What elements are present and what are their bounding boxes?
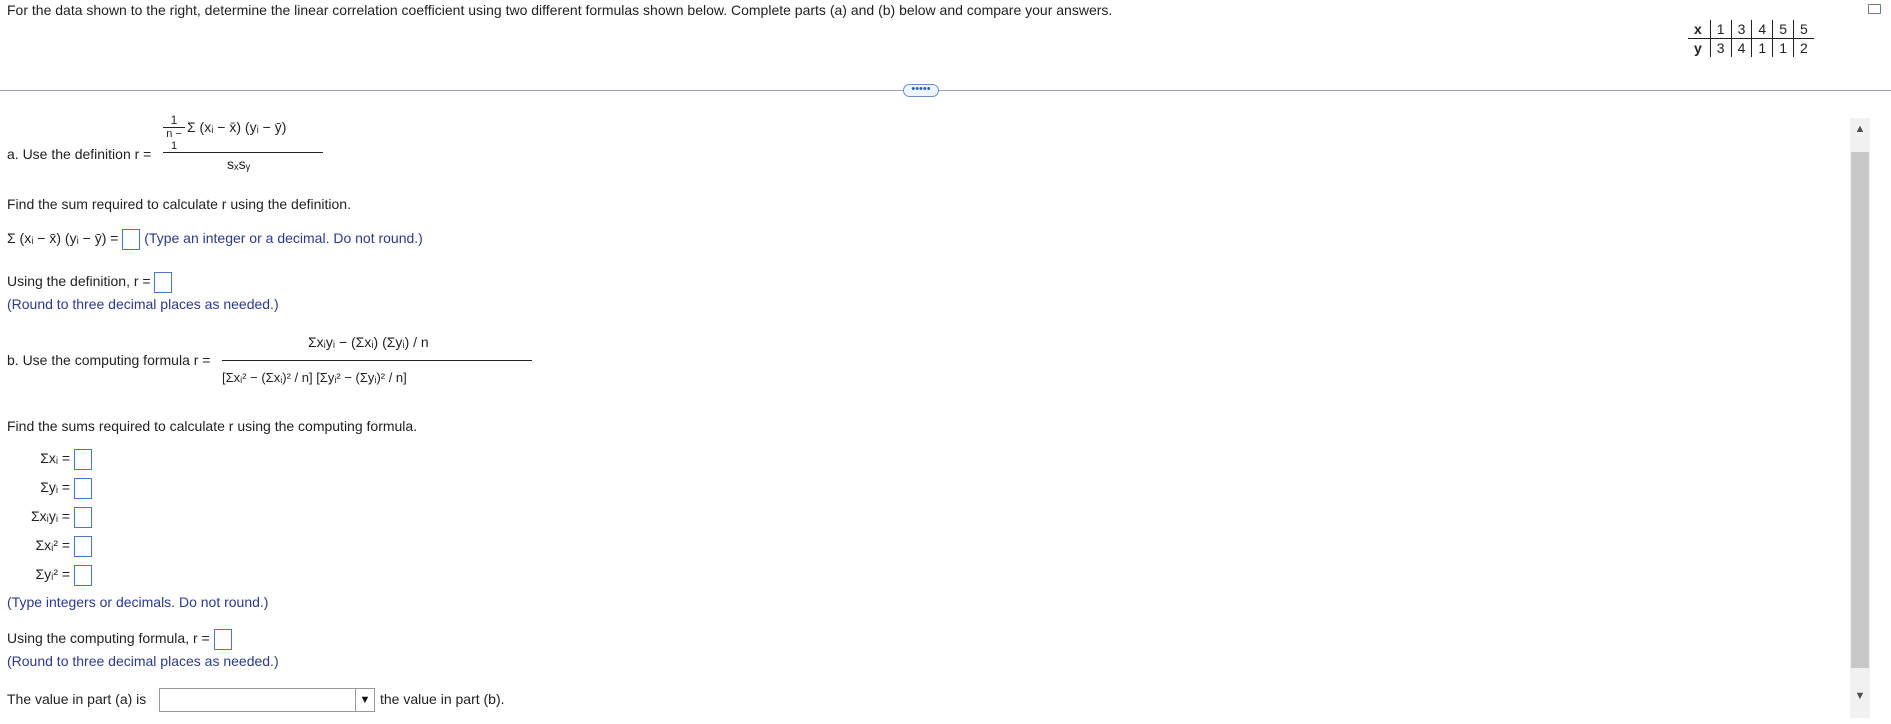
part-a-intro: a. Use the definition r = [7, 146, 152, 162]
sum-xy-row: Σxᵢyᵢ = [12, 507, 92, 536]
sum-x-squared-row: Σxᵢ² = [12, 536, 92, 565]
computing-fraction-line [222, 360, 532, 361]
r-computing-label: Using the computing formula, r = [7, 630, 210, 647]
chevron-down-icon[interactable]: ▼ [355, 689, 374, 711]
sum-y-input[interactable] [74, 478, 92, 499]
part-a-r-row: Using the definition, r = [7, 272, 173, 293]
r-computing-input[interactable] [213, 629, 232, 650]
data-table: x 1 3 4 5 5 y 3 4 1 1 2 [1688, 20, 1814, 57]
y-value: 4 [1730, 38, 1752, 57]
sums-list: Σxᵢ = Σyᵢ = Σxᵢyᵢ = Σxᵢ² = Σyᵢ² = [12, 449, 92, 594]
question-prompt: For the data shown to the right, determi… [7, 2, 1113, 18]
sum-xy-input[interactable] [74, 507, 92, 528]
prefactor-top: 1 [170, 113, 178, 127]
table-row-y: y 3 4 1 1 2 [1688, 38, 1814, 57]
sum-xy-label: Σxᵢyᵢ = [30, 508, 71, 525]
y-value: 3 [1709, 38, 1732, 57]
r-definition-input[interactable] [154, 272, 173, 293]
compare-dropdown[interactable]: ▼ [159, 688, 375, 712]
sum-y-squared-row: Σyᵢ² = [12, 565, 92, 594]
x-value: 5 [1792, 20, 1814, 39]
sum-x-row: Σxᵢ = [12, 449, 92, 478]
computing-numerator: Σxᵢyᵢ − (Σxᵢ) (Σyᵢ) / n [308, 334, 429, 350]
sum-hint: (Type an integer or a decimal. Do not ro… [144, 230, 423, 247]
scrollbar-thumb[interactable] [1851, 152, 1869, 668]
formula-denominator: sₓsᵧ [227, 156, 251, 172]
formula-prefactor: 1 n − 1 [163, 113, 185, 152]
part-a-find-sum: Find the sum required to calculate r usi… [7, 196, 351, 212]
y-value: 2 [1792, 38, 1814, 57]
more-button[interactable]: ••••• [903, 84, 939, 97]
r-computing-hint: (Round to three decimal places as needed… [7, 653, 279, 669]
x-value: 5 [1772, 20, 1794, 39]
sum-y-squared-label: Σyᵢ² = [35, 566, 71, 583]
sum-expression: Σ (xᵢ − x̄) (yᵢ − ȳ) = [7, 230, 119, 247]
table-row-x: x 1 3 4 5 5 [1688, 20, 1814, 39]
prefactor-bottom: n − 1 [166, 128, 182, 152]
r-definition-label: Using the definition, r = [7, 273, 151, 290]
compare-after-text: the value in part (b). [380, 691, 505, 707]
x-value: 3 [1730, 20, 1752, 39]
part-b-find-sums: Find the sums required to calculate r us… [7, 418, 418, 434]
compare-before-text: The value in part (a) is [7, 691, 147, 707]
y-value: 1 [1772, 38, 1794, 57]
sum-y-row: Σyᵢ = [12, 478, 92, 507]
part-a-sum-row: Σ (xᵢ − x̄) (yᵢ − ȳ) = (Type an integer… [7, 229, 423, 250]
formula-fraction-line [163, 152, 323, 153]
sum-x-label: Σxᵢ = [40, 450, 71, 467]
formula-numerator: Σ (xᵢ − x̄) (yᵢ − ȳ) [187, 119, 287, 135]
y-header: y [1694, 40, 1702, 56]
y-value: 1 [1751, 38, 1773, 57]
scroll-up-icon[interactable]: ▲ [1853, 122, 1867, 136]
window-icon[interactable] [1868, 4, 1881, 14]
x-header: x [1688, 20, 1711, 39]
sum-deviation-input[interactable] [122, 229, 141, 250]
sum-x-squared-label: Σxᵢ² = [35, 537, 71, 554]
sum-y-label: Σyᵢ = [40, 479, 71, 496]
computing-denominator: [Σxᵢ² − (Σxᵢ)² / n] [Σyᵢ² − (Σyᵢ)² / n] [222, 370, 407, 385]
part-b-r-row: Using the computing formula, r = [7, 629, 232, 650]
sums-hint: (Type integers or decimals. Do not round… [7, 594, 269, 610]
sum-y-squared-input[interactable] [74, 565, 92, 586]
scroll-down-icon[interactable]: ▼ [1853, 689, 1867, 703]
sum-x-input[interactable] [74, 449, 92, 470]
x-value: 1 [1709, 20, 1732, 39]
section-divider [0, 90, 1891, 91]
x-value: 4 [1751, 20, 1773, 39]
r-definition-hint: (Round to three decimal places as needed… [7, 296, 279, 312]
part-b-intro: b. Use the computing formula r = [7, 352, 211, 368]
sum-x-squared-input[interactable] [74, 536, 92, 557]
